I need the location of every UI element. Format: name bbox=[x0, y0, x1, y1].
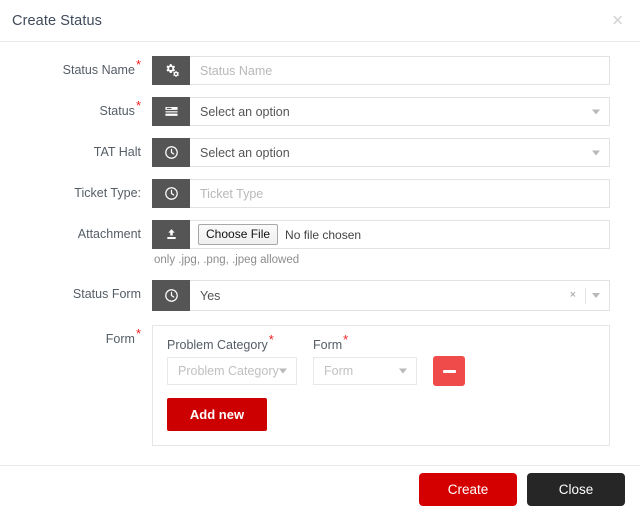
status-name-input[interactable]: Status Name bbox=[190, 56, 610, 85]
row-status-name: Status Name* Status Name bbox=[0, 56, 640, 85]
close-button[interactable]: Close bbox=[527, 472, 625, 506]
attachment-help-text: only .jpg, .png, .jpeg allowed bbox=[154, 254, 300, 266]
row-status: Status* Select an option bbox=[0, 97, 640, 126]
required-marker: * bbox=[343, 331, 349, 347]
modal-footer: Create Close bbox=[0, 465, 640, 512]
row-ticket-type: Ticket Type: Ticket Type bbox=[0, 179, 640, 208]
status-form-group: Yes × bbox=[152, 280, 610, 311]
tat-halt-group: Select an option bbox=[152, 138, 610, 167]
list-icon bbox=[152, 97, 190, 126]
tat-halt-select[interactable]: Select an option bbox=[190, 138, 610, 167]
clock-icon bbox=[152, 280, 190, 311]
label-attachment: Attachment bbox=[77, 227, 141, 241]
chevron-down-icon bbox=[592, 109, 600, 114]
required-marker: * bbox=[135, 56, 141, 72]
label-status-name: Status Name* bbox=[62, 56, 141, 77]
cogs-icon bbox=[152, 56, 190, 85]
attachment-file-input[interactable]: Choose File No file chosen bbox=[190, 220, 610, 249]
chevron-down-icon bbox=[399, 368, 407, 374]
status-form-select[interactable]: Yes × bbox=[190, 280, 610, 311]
ticket-type-group: Ticket Type bbox=[152, 179, 610, 208]
status-select-value: Select an option bbox=[200, 104, 290, 119]
label-form: Form* bbox=[105, 325, 141, 346]
clear-selection-icon[interactable]: × bbox=[567, 290, 579, 301]
tat-halt-select-value: Select an option bbox=[200, 145, 290, 160]
upload-icon bbox=[152, 220, 190, 249]
close-icon[interactable]: ✕ bbox=[611, 13, 624, 28]
no-file-chosen-label: No file chosen bbox=[285, 227, 362, 242]
problem-category-value: Problem Category bbox=[178, 364, 279, 378]
form-select-value: Form bbox=[324, 364, 354, 378]
divider bbox=[585, 287, 586, 304]
label-status: Status* bbox=[99, 97, 142, 118]
required-marker: * bbox=[268, 331, 274, 347]
label-problem-category: Problem Category* bbox=[167, 331, 274, 352]
add-new-button[interactable]: Add new bbox=[167, 398, 267, 431]
chevron-down-icon bbox=[279, 368, 287, 374]
ticket-type-input[interactable]: Ticket Type bbox=[190, 179, 610, 208]
remove-form-row-button[interactable] bbox=[433, 356, 465, 386]
status-group: Select an option bbox=[152, 97, 610, 126]
form-mapping-row: Problem Category Form bbox=[167, 356, 595, 386]
row-tat-halt: TAT Halt Select an option bbox=[0, 138, 640, 167]
choose-file-button[interactable]: Choose File bbox=[198, 224, 279, 245]
status-name-group: Status Name bbox=[152, 56, 610, 85]
status-select[interactable]: Select an option bbox=[190, 97, 610, 126]
label-ticket-type: Ticket Type: bbox=[74, 186, 141, 200]
chevron-down-icon bbox=[592, 293, 600, 298]
label-tat-halt: TAT Halt bbox=[93, 145, 141, 159]
page-title: Create Status bbox=[12, 12, 102, 29]
form-builder-panel: Problem Category* Form* Problem Category… bbox=[152, 325, 610, 446]
required-marker: * bbox=[135, 97, 141, 113]
create-status-modal: Create Status ✕ Status Name* Status Name… bbox=[0, 0, 640, 512]
chevron-down-icon bbox=[592, 150, 600, 155]
minus-icon bbox=[442, 369, 456, 373]
row-form: Form* Problem Category* Form* Problem Ca… bbox=[0, 325, 640, 446]
create-button[interactable]: Create bbox=[419, 472, 517, 506]
clock-icon bbox=[152, 138, 190, 167]
row-attachment: Attachment Choose File No file chosen on… bbox=[0, 220, 640, 266]
modal-body: Status Name* Status Name Status* Select … bbox=[0, 42, 640, 465]
clock-icon bbox=[152, 179, 190, 208]
attachment-group: Choose File No file chosen bbox=[152, 220, 610, 249]
row-status-form: Status Form Yes × bbox=[0, 280, 640, 311]
label-form-select: Form* bbox=[313, 331, 349, 352]
required-marker: * bbox=[135, 325, 141, 341]
problem-category-select[interactable]: Problem Category bbox=[167, 357, 297, 385]
label-status-form: Status Form bbox=[72, 287, 141, 301]
form-select[interactable]: Form bbox=[313, 357, 417, 385]
status-form-value: Yes bbox=[200, 288, 221, 303]
modal-header: Create Status ✕ bbox=[0, 0, 640, 42]
